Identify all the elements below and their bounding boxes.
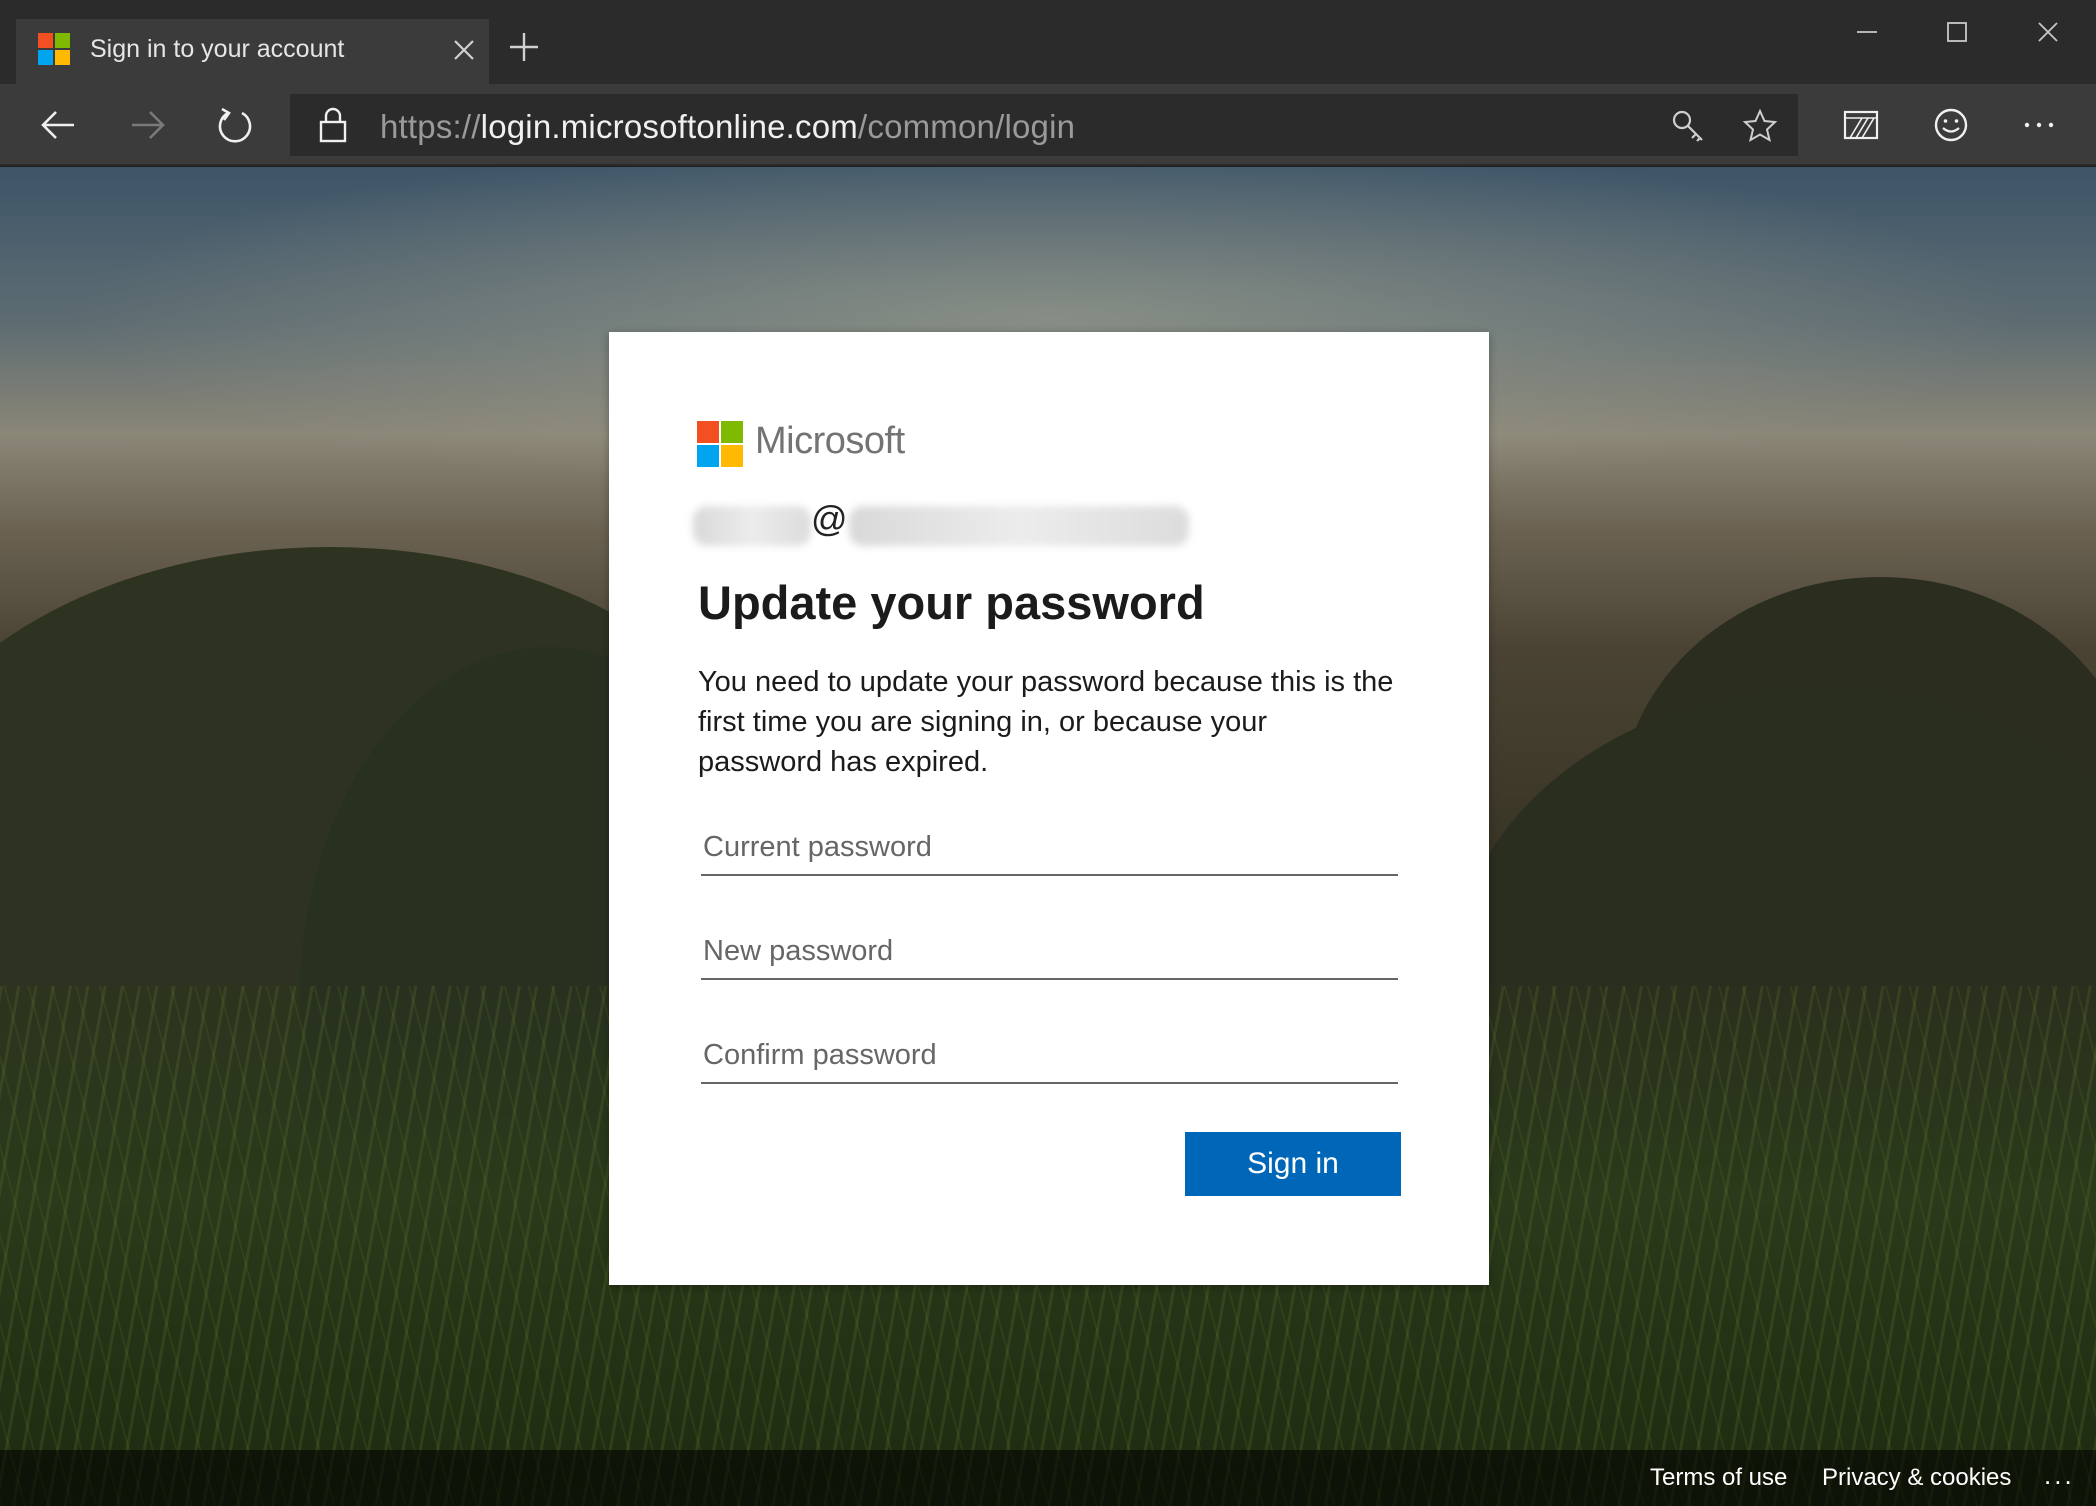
more-icon[interactable] (2018, 104, 2060, 146)
microsoft-favicon-icon (38, 33, 71, 66)
key-icon[interactable] (1670, 108, 1706, 144)
microsoft-wordmark: Microsoft (755, 420, 905, 462)
url-host: login.microsoftonline.com (480, 108, 858, 145)
url-path: /common/login (858, 108, 1076, 145)
close-tab-icon[interactable] (451, 37, 477, 63)
redacted-username (693, 506, 811, 546)
smiley-icon[interactable] (1930, 104, 1972, 146)
page-footer: Terms of use Privacy & cookies ... (0, 1450, 2096, 1506)
page-title: Update your password (698, 576, 1205, 629)
new-password-field[interactable] (701, 924, 1398, 980)
account-at-symbol: @ (811, 498, 848, 539)
microsoft-logo-icon (697, 421, 743, 467)
privacy-cookies-link[interactable]: Privacy & cookies (1822, 1464, 2011, 1492)
address-bar[interactable]: https://login.microsoftonline.com/common… (290, 94, 1798, 156)
arrow-right-icon[interactable] (126, 104, 168, 146)
redacted-domain (849, 506, 1189, 546)
minimize-window-icon[interactable] (1847, 16, 1887, 56)
browser-toolbar: https://login.microsoftonline.com/common… (0, 84, 2096, 166)
maximize-window-icon[interactable] (1937, 16, 1977, 56)
arrow-left-icon[interactable] (38, 104, 80, 146)
update-password-card: Microsoft @ Update your password You nee… (609, 332, 1489, 1285)
confirm-password-field[interactable] (701, 1028, 1398, 1084)
reading-view-icon[interactable] (1840, 104, 1882, 146)
url-scheme: https:// (380, 108, 481, 145)
update-password-description: You need to update your password because… (698, 666, 1394, 778)
tab-title: Sign in to your account (90, 35, 345, 63)
refresh-icon[interactable] (214, 104, 256, 146)
url-text[interactable]: https://login.microsoftonline.com/common… (380, 108, 1075, 146)
account-identifier: @ (689, 498, 1189, 550)
sign-in-button[interactable]: Sign in (1185, 1132, 1401, 1196)
browser-titlebar: Sign in to your account (0, 0, 2096, 84)
close-window-icon[interactable] (2028, 16, 2068, 56)
star-icon[interactable] (1742, 108, 1778, 144)
new-tab-icon[interactable] (507, 30, 541, 64)
footer-more-button[interactable]: ... (2044, 1460, 2075, 1491)
lock-icon[interactable] (316, 107, 350, 143)
current-password-field[interactable] (701, 820, 1398, 876)
terms-of-use-link[interactable]: Terms of use (1650, 1464, 1787, 1492)
browser-tab[interactable]: Sign in to your account (16, 19, 489, 84)
